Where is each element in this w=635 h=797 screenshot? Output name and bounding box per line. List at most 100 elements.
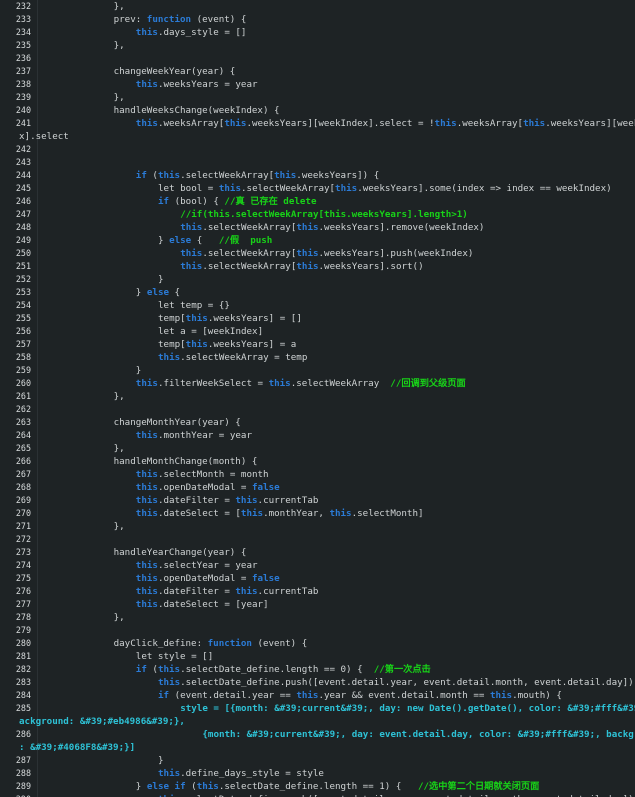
code-line[interactable]: 250 this.selectWeekArray[this.weeksYears]… [0, 247, 635, 260]
line-code: this.selectWeekArray[this.weeksYears].pu… [180, 247, 473, 260]
code-token: } [158, 755, 164, 766]
code-line[interactable]: 268 this.openDateModal = false [0, 481, 635, 494]
code-token: .define_days_style = style [180, 768, 324, 779]
code-line[interactable]: 237 changeWeekYear(year) { [0, 65, 635, 78]
line-number: 272 [15, 534, 31, 544]
code-line[interactable]: 266 handleMonthChange(month) { [0, 455, 635, 468]
code-editor[interactable]: 232}, 233 prev: function (event) {234 this.… [0, 0, 635, 797]
keyword-token: this [185, 313, 208, 324]
code-line[interactable]: 249} else { //假 push [0, 234, 635, 247]
code-line[interactable]: 279 [0, 624, 635, 637]
code-line[interactable]: 280 dayClick_define: function (event) { [0, 637, 635, 650]
code-line[interactable]: 271}, [0, 520, 635, 533]
code-token: } [135, 365, 142, 376]
code-line[interactable]: 263 changeMonthYear(year) { [0, 416, 635, 429]
code-token: let a = [weekIndex] [158, 326, 264, 337]
code-line[interactable]: 243 [0, 156, 635, 169]
code-line[interactable]: 234 this.days_style = [] [0, 26, 635, 39]
code-line[interactable]: 290 this.selectDate_define.push([event.de… [0, 793, 635, 797]
code-line[interactable]: 270 this.dateSelect = [this.monthYear, th… [0, 507, 635, 520]
code-line[interactable]: 274 this.selectYear = year [0, 559, 635, 572]
code-line[interactable]: 251 this.selectWeekArray[this.weeksYears]… [0, 260, 635, 273]
code-token: prev: [113, 14, 147, 25]
line-number: 251 [15, 261, 31, 271]
code-line[interactable]: 288 this.define_days_style = style [0, 767, 635, 780]
code-line[interactable]: 241 this.weeksArray[this.weeksYears][week… [0, 117, 635, 130]
code-line[interactable]: 236 [0, 52, 635, 65]
code-line[interactable]: 273 handleYearChange(year) { [0, 546, 635, 559]
code-line[interactable]: 239}, [0, 91, 635, 104]
line-code: {month: &#39;current&#39;, day: event.de… [202, 728, 635, 741]
code-line[interactable]: 254 let temp = {} [0, 299, 635, 312]
line-code: this.selectWeekArray[this.weeksYears].re… [180, 221, 484, 234]
keyword-token: this [158, 677, 181, 688]
code-line[interactable]: 232}, [0, 0, 635, 13]
code-line[interactable]: 244 if (this.selectWeekArray[this.weeksYe… [0, 169, 635, 182]
code-line[interactable]: 248 this.selectWeekArray[this.weeksYears]… [0, 221, 635, 234]
code-line[interactable]: 278}, [0, 611, 635, 624]
keyword-token: this [158, 768, 181, 779]
code-line[interactable]: 233 prev: function (event) { [0, 13, 635, 26]
comment-token: //第一次点击 [373, 664, 431, 675]
code-line[interactable]: 272 [0, 533, 635, 546]
code-line[interactable]: 275 this.openDateModal = false [0, 572, 635, 585]
code-line[interactable]: 257 temp[this.weeksYears] = a [0, 338, 635, 351]
line-number: 267 [15, 469, 31, 479]
line-number: 241 [15, 118, 31, 128]
code-line[interactable]: 242 [0, 143, 635, 156]
code-line[interactable]: 253} else { [0, 286, 635, 299]
code-line[interactable]: 286 {month: &#39;current&#39;, day: event… [0, 728, 635, 741]
code-token: .dateSelect = [year] [157, 599, 269, 610]
code-line[interactable]: 260 this.filterWeekSelect = this.selectWe… [0, 377, 635, 390]
line-code: style = [{month: &#39;current&#39;, day:… [180, 702, 635, 715]
line-number: 276 [15, 586, 31, 596]
code-line[interactable]: 238 this.weeksYears = year [0, 78, 635, 91]
code-line[interactable]: 264 this.monthYear = year [0, 429, 635, 442]
line-number: 233 [15, 14, 31, 24]
code-line[interactable]: 284 if (event.detail.year == this.year &&… [0, 689, 635, 702]
code-line[interactable]: 281 let style = [] [0, 650, 635, 663]
code-line[interactable]: 255 temp[this.weeksYears] = [] [0, 312, 635, 325]
line-number: 283 [15, 677, 31, 687]
code-line[interactable]: 285 style = [{month: &#39;current&#39;, d… [0, 702, 635, 715]
code-line[interactable]: 256 let a = [weekIndex] [0, 325, 635, 338]
code-line[interactable]: x].select [0, 130, 635, 143]
code-line[interactable]: 283 this.selectDate_define.push([event.de… [0, 676, 635, 689]
code-token: }, [113, 443, 125, 454]
line-code: } [158, 273, 164, 286]
code-line[interactable]: 259} [0, 364, 635, 377]
keyword-token: this [180, 222, 203, 233]
code-token: ( [146, 664, 158, 675]
code-line[interactable]: 235}, [0, 39, 635, 52]
code-line[interactable]: 276 this.dateFilter = this.currentTab [0, 585, 635, 598]
code-line[interactable]: 258 this.selectWeekArray = temp [0, 351, 635, 364]
line-number: 261 [15, 391, 31, 401]
code-line[interactable]: 245 let bool = this.selectWeekArray[this.… [0, 182, 635, 195]
code-line[interactable]: : &#39;#4068F8&#39;}] [0, 741, 635, 754]
code-token: .selectWeekArray[ [202, 222, 297, 233]
code-line[interactable]: 240 handleWeeksChange(weekIndex) { [0, 104, 635, 117]
line-code: temp[this.weeksYears] = a [158, 338, 296, 351]
code-token: .days_style = [] [157, 27, 247, 38]
line-number: 250 [15, 248, 31, 258]
code-line[interactable]: 282 if (this.selectDate_define.length == … [0, 663, 635, 676]
code-line[interactable]: 252} [0, 273, 635, 286]
line-number: 258 [15, 352, 31, 362]
code-token: .filterWeekSelect = [157, 378, 269, 389]
code-line[interactable]: 262 [0, 403, 635, 416]
code-line[interactable]: 269 this.dateFilter = this.currentTab [0, 494, 635, 507]
code-line[interactable]: 247 //if(this.selectWeekArray[this.weeksY… [0, 208, 635, 221]
code-line[interactable]: 261}, [0, 390, 635, 403]
code-line[interactable]: 265}, [0, 442, 635, 455]
keyword-token: this [135, 586, 158, 597]
keyword-token: this [157, 664, 181, 675]
code-line[interactable]: 277 this.dateSelect = [year] [0, 598, 635, 611]
keyword-token: if [158, 196, 170, 207]
keyword-token: this [180, 248, 203, 259]
code-line[interactable]: ackground: &#39;#eb4986&#39;}, [0, 715, 635, 728]
line-number: 273 [15, 547, 31, 557]
code-line[interactable]: 246 if (bool) { //真 已存在 delete [0, 195, 635, 208]
code-line[interactable]: 267 this.selectMonth = month [0, 468, 635, 481]
code-line[interactable]: 287} [0, 754, 635, 767]
code-line[interactable]: 289} else if (this.selectDate_define.len… [0, 780, 635, 793]
